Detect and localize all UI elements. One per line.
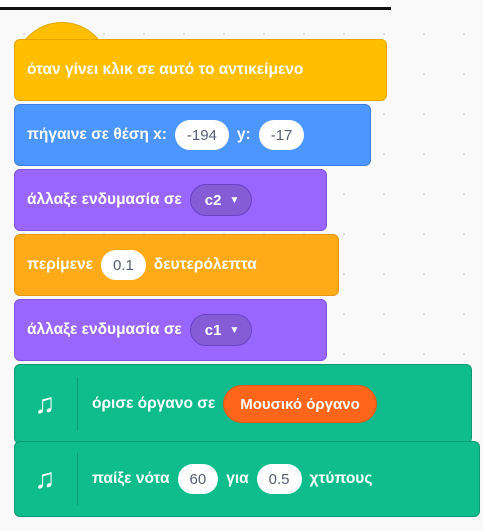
costume-dropdown-1[interactable]: c2 ▼ [189, 184, 253, 216]
set-instrument-label: όρισε όργανο σε [92, 395, 216, 412]
costume-dropdown-2[interactable]: c1 ▼ [189, 314, 253, 346]
music-notes-icon: ♫ [34, 463, 56, 494]
wait-seconds-input[interactable]: 0.1 [100, 250, 146, 280]
x-input[interactable]: -194 [174, 120, 229, 150]
y-input[interactable]: -17 [258, 120, 305, 150]
y-label: y: [236, 126, 251, 143]
caret-down-icon: ▼ [229, 194, 240, 206]
for-label: για [226, 470, 249, 487]
wait-block[interactable]: περίμενε 0.1 δευτερόλεπτα [14, 234, 339, 296]
music-notes-icon: ♫ [34, 388, 56, 419]
beats-input[interactable]: 0.5 [256, 464, 302, 494]
set-instrument-block[interactable]: ♫ όρισε όργανο σε Μουσικό όργανο [14, 364, 472, 444]
caret-down-icon: ▼ [229, 324, 240, 336]
beats-label: χτύπους [309, 470, 373, 487]
costume-value-1: c2 [204, 191, 222, 209]
play-note-label: παίξε νότα [92, 470, 170, 487]
switch-costume-label-2: άλλαξε ενδυμασία σε [27, 321, 182, 338]
switch-costume-label-1: άλλαξε ενδυμασία σε [27, 191, 182, 208]
seconds-label: δευτερόλεπτα [153, 256, 257, 273]
wait-label: περίμενε [27, 256, 93, 273]
switch-costume-block-2[interactable]: άλλαξε ενδυμασία σε c1 ▼ [14, 299, 327, 361]
top-border [0, 0, 391, 10]
goto-label: πήγαινε σε θέση x: [27, 126, 167, 143]
when-sprite-clicked-block[interactable]: όταν γίνει κλικ σε αυτό το αντικείμενο [14, 39, 387, 101]
when-clicked-label: όταν γίνει κλικ σε αυτό το αντικείμενο [27, 61, 304, 78]
icon-separator [77, 453, 78, 505]
switch-costume-block-1[interactable]: άλλαξε ενδυμασία σε c2 ▼ [14, 169, 327, 231]
note-input[interactable]: 60 [177, 464, 219, 494]
icon-separator [77, 376, 78, 432]
costume-value-2: c1 [204, 321, 222, 339]
goto-xy-block[interactable]: πήγαινε σε θέση x: -194 y: -17 [14, 104, 371, 166]
instrument-dropdown[interactable]: Μουσικό όργανο [223, 385, 377, 423]
play-note-block[interactable]: ♫ παίξε νότα 60 για 0.5 χτύπους [14, 441, 480, 517]
